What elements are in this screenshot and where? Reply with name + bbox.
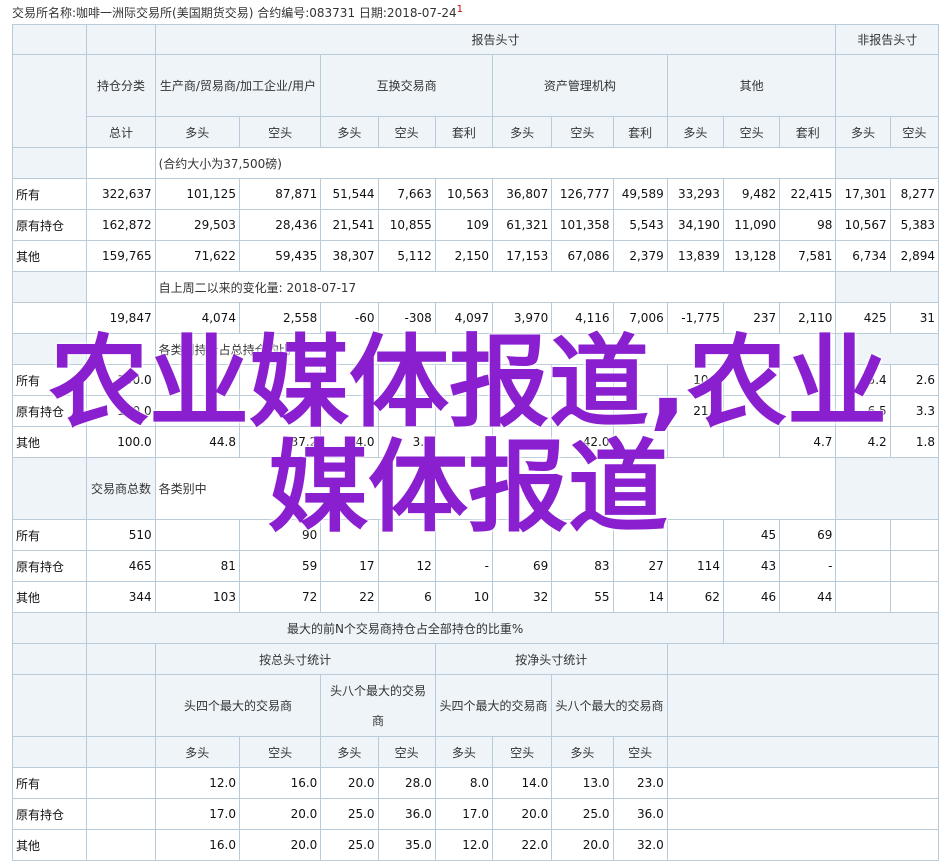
trader-count-header: 交易商总数 — [86, 457, 156, 520]
other-short-header: 空头 — [722, 116, 781, 148]
other-spread-header: 套利 — [779, 116, 837, 148]
prod-short-header: 空头 — [238, 116, 322, 148]
table-row: 原有持仓 17.0 20.0 25.0 36.0 17.0 20.0 25.0 … — [11, 798, 940, 830]
prod-long-header: 多头 — [154, 116, 240, 148]
nonreportable-header: 非报告头寸 — [835, 24, 939, 55]
gross-top4-header: 头四个最大的交易商 — [154, 674, 322, 737]
swap-header: 互换交易商 — [320, 54, 493, 117]
other-header: 其他 — [666, 54, 837, 117]
swap-spread-header: 套利 — [434, 116, 494, 148]
net-top4-header: 头四个最大的交易商 — [434, 674, 553, 737]
managed-header: 资产管理机构 — [492, 54, 668, 117]
table-row: 原有持仓 162,872 29,503 28,436 21,541 10,855… — [11, 209, 940, 241]
gross-top8-header: 头八个最大的交易商 — [320, 674, 436, 737]
net-top8-header: 头八个最大的交易商 — [551, 674, 668, 737]
mm-short-header: 空头 — [551, 116, 614, 148]
table-row: 所有 100.0 3.3 10.3 5.4 2.6 — [11, 364, 940, 396]
table-row: 原有持仓 100.0 21.0 6.5 3.3 — [11, 395, 940, 427]
table-row: 原有持仓 465 81 59 17 12 - 69 83 27 114 43 - — [11, 550, 940, 582]
swap-short-header: 空头 — [377, 116, 436, 148]
change-note: 自上周二以来的变化量: 2018-07-17 — [154, 271, 837, 303]
percent-note: 各类别持仓占总持仓的比 — [154, 333, 837, 365]
report-header: 交易所名称:咖啡一洲际交易所(美国期货交易) 合约编号:083731 日期:20… — [12, 0, 463, 22]
table-row: 所有 12.0 16.0 20.0 28.0 8.0 14.0 13.0 23.… — [11, 767, 940, 799]
table-row: 所有 322,637 101,125 87,871 51,544 7,663 1… — [11, 178, 940, 210]
total-header: 总计 — [86, 116, 156, 148]
reportable-header: 报告头寸 — [154, 24, 837, 55]
table-row: 其他 344 103 72 22 6 10 32 55 14 62 46 44 — [11, 581, 940, 613]
category-header: 持仓分类 — [86, 54, 156, 117]
cot-table: 报告头寸 非报告头寸 持仓分类 生产商/贸易商/加工企业/用户 互换交易商 资产… — [11, 24, 940, 861]
other-long-header: 多头 — [666, 116, 724, 148]
producer-header: 生产商/贸易商/加工企业/用户 — [154, 54, 322, 117]
trader-count-note: 各类别中 — [154, 457, 837, 520]
header-text: 交易所名称:咖啡一洲际交易所(美国期货交易) 合约编号:083731 日期:20… — [12, 6, 457, 20]
swap-long-header: 多头 — [320, 116, 379, 148]
table-row: 其他 159,765 71,622 59,435 38,307 5,112 2,… — [11, 240, 940, 272]
concentration-title: 最大的前N个交易商持仓占全部持仓的比重% — [86, 612, 724, 644]
table-row: 19,847 4,074 2,558 -60 -308 4,097 3,970 … — [11, 302, 940, 334]
contract-size-note: (合约大小为37,500磅) — [154, 147, 837, 179]
gross-header: 按总头寸统计 — [154, 643, 436, 675]
table-row: 其他 16.0 20.0 25.0 35.0 12.0 22.0 20.0 32… — [11, 829, 940, 861]
table-row: 其他 100.0 44.8 37.2 24.0 3.2 42.0 4.7 4.2… — [11, 426, 940, 458]
header-mark: 1 — [456, 4, 464, 15]
nr-long-header: 多头 — [835, 116, 891, 148]
mm-spread-header: 套利 — [612, 116, 668, 148]
nr-short-header: 空头 — [889, 116, 940, 148]
table-row: 所有 510 90 45 69 — [11, 519, 940, 551]
mm-long-header: 多头 — [491, 116, 553, 148]
net-header: 按净头寸统计 — [434, 643, 668, 675]
